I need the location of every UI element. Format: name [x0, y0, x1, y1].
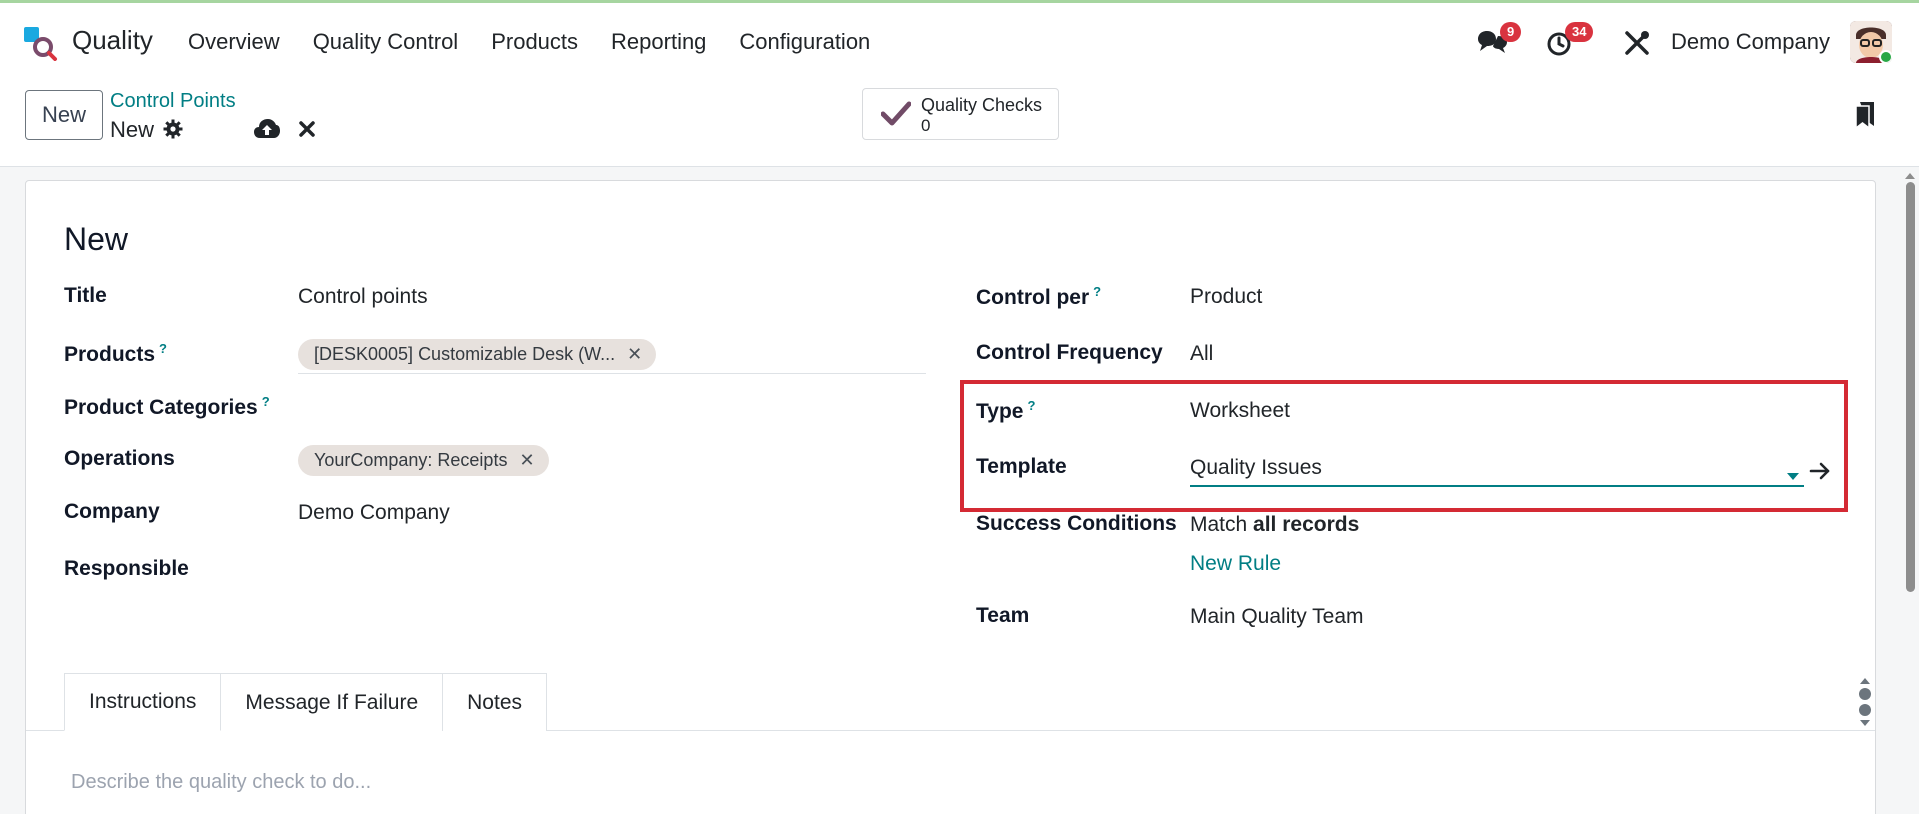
tab-notes[interactable]: Notes: [442, 673, 547, 731]
save-cloud-upload-icon[interactable]: [253, 118, 281, 145]
menu-item-configuration[interactable]: Configuration: [739, 29, 870, 55]
main-menu: Overview Quality Control Products Report…: [188, 29, 903, 55]
menu-item-products[interactable]: Products: [491, 29, 578, 55]
new-rule-link[interactable]: New Rule: [1190, 552, 1281, 576]
title-field[interactable]: Control points: [298, 285, 428, 309]
control-per-label: Control per?: [976, 284, 1102, 309]
resize-handle-icon[interactable]: [1857, 676, 1873, 733]
user-avatar[interactable]: [1850, 21, 1892, 63]
quality-app-icon[interactable]: [22, 25, 58, 61]
scrollbar-thumb[interactable]: [1906, 182, 1915, 592]
products-help-icon[interactable]: ?: [159, 341, 167, 356]
template-input[interactable]: Quality Issues: [1190, 456, 1322, 480]
gear-icon[interactable]: [163, 119, 183, 144]
company-label: Company: [64, 500, 160, 523]
type-field[interactable]: Worksheet: [1190, 399, 1290, 423]
breadcrumb-parent-link[interactable]: Control Points: [110, 90, 236, 113]
notebook-tabs: Instructions Message If Failure Notes: [64, 673, 547, 731]
vertical-scrollbar[interactable]: [1904, 172, 1916, 814]
debug-tools-icon[interactable]: [1624, 30, 1650, 61]
products-label: Products?: [64, 341, 167, 366]
control-panel: New Control Points New Quality Checks 0: [0, 81, 1919, 167]
title-label: Title: [64, 284, 107, 307]
control-per-help-icon[interactable]: ?: [1093, 284, 1101, 299]
type-help-icon[interactable]: ?: [1027, 398, 1035, 413]
activities-badge: 34: [1565, 22, 1594, 42]
control-frequency-field[interactable]: All: [1190, 342, 1213, 366]
instructions-editor[interactable]: Describe the quality check to do...: [71, 771, 371, 794]
type-template-highlight-box: [960, 380, 1848, 512]
tab-message-if-failure[interactable]: Message If Failure: [220, 673, 444, 731]
quality-checks-smart-button[interactable]: Quality Checks 0: [862, 88, 1059, 140]
form-sheet: New Title Control points Products? [DESK…: [25, 180, 1876, 814]
menu-item-overview[interactable]: Overview: [188, 29, 280, 55]
smart-button-label: Quality Checks: [921, 95, 1043, 115]
chevron-down-icon[interactable]: [1787, 468, 1799, 486]
new-button[interactable]: New: [25, 90, 103, 140]
success-conditions-label: Success Conditions: [976, 512, 1177, 535]
product-categories-label: Product Categories?: [64, 394, 270, 419]
products-tag-label: [DESK0005] Customizable Desk (W...: [314, 344, 616, 364]
open-record-arrow-icon[interactable]: [1809, 461, 1831, 486]
bookmark-icon[interactable]: [1854, 101, 1876, 134]
success-records-text[interactable]: all records: [1253, 513, 1359, 536]
company-field[interactable]: Demo Company: [298, 501, 450, 525]
operations-label: Operations: [64, 447, 175, 470]
company-switcher[interactable]: Demo Company: [1671, 29, 1830, 55]
remove-tag-icon[interactable]: ✕: [519, 450, 534, 471]
tab-instructions[interactable]: Instructions: [64, 673, 222, 731]
control-frequency-label: Control Frequency: [976, 341, 1163, 364]
template-input-underline: [1190, 485, 1804, 487]
record-title[interactable]: New: [64, 221, 128, 258]
responsible-label: Responsible: [64, 557, 189, 580]
messages-badge: 9: [1500, 22, 1522, 42]
success-conditions-value: Match all records: [1190, 513, 1359, 537]
template-label: Template: [976, 455, 1067, 478]
operations-tag[interactable]: YourCompany: Receipts ✕: [298, 445, 549, 476]
top-navbar: Quality Overview Quality Control Product…: [0, 3, 1919, 81]
team-label: Team: [976, 604, 1030, 627]
remove-tag-icon[interactable]: ✕: [627, 344, 642, 365]
control-per-field[interactable]: Product: [1190, 285, 1262, 309]
team-field[interactable]: Main Quality Team: [1190, 605, 1364, 629]
discard-close-icon[interactable]: [298, 120, 316, 143]
success-match-text: Match: [1190, 513, 1248, 536]
online-status-dot: [1879, 50, 1892, 63]
breadcrumb-current: New: [110, 117, 155, 142]
product-categories-help-icon[interactable]: ?: [262, 394, 270, 409]
operations-tag-label: YourCompany: Receipts: [314, 450, 508, 470]
app-name[interactable]: Quality: [72, 25, 153, 56]
menu-item-quality-control[interactable]: Quality Control: [313, 29, 459, 55]
products-field-underline: [298, 373, 926, 374]
smart-button-value: 0: [921, 116, 931, 135]
products-tag[interactable]: [DESK0005] Customizable Desk (W... ✕: [298, 339, 657, 370]
type-label: Type?: [976, 398, 1036, 423]
menu-item-reporting[interactable]: Reporting: [611, 29, 706, 55]
check-icon: [880, 101, 912, 132]
